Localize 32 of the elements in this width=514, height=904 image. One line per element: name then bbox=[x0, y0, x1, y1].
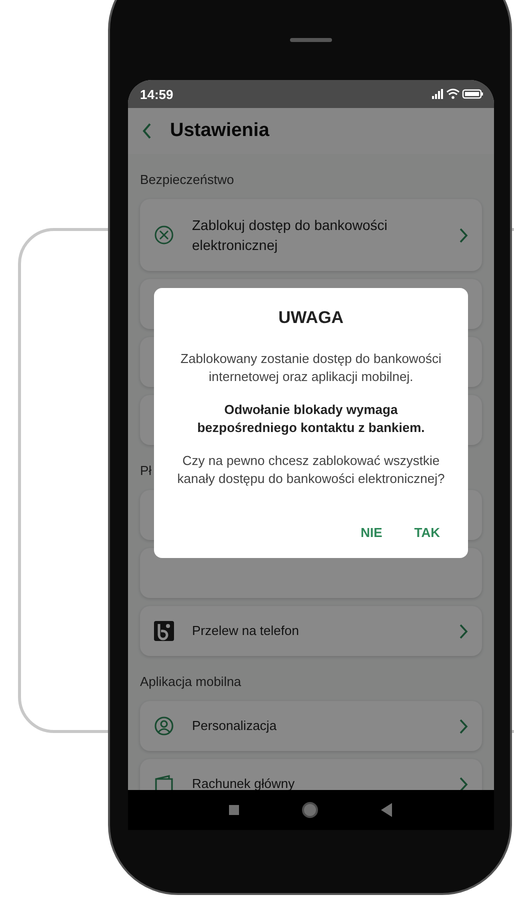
item-label: Rachunek główny bbox=[192, 774, 296, 790]
home-button[interactable] bbox=[302, 802, 318, 818]
chevron-right-icon bbox=[459, 624, 468, 638]
item-label: Personalizacja bbox=[192, 716, 278, 735]
screen-title: Ustawienia bbox=[170, 120, 270, 142]
dialog-button[interactable]: NIE bbox=[354, 521, 388, 544]
section-title: Bezpieczeństwo bbox=[140, 172, 235, 187]
item-label: Zablokuj dostęp do bankowości elektronicznej bbox=[192, 216, 388, 255]
settings-item[interactable]: Przelew na telefon bbox=[140, 606, 482, 656]
settings-item[interactable]: Zablokuj dostęp do bankowości elektronicznej bbox=[140, 199, 482, 271]
status-icons bbox=[430, 88, 484, 100]
settings-item[interactable]: Personalizacja bbox=[140, 701, 482, 751]
wallet-icon bbox=[154, 774, 174, 790]
chevron-right-icon bbox=[459, 776, 468, 790]
chevron-right-icon bbox=[459, 718, 468, 734]
back-icon[interactable] bbox=[142, 123, 152, 139]
dialog-button[interactable]: TAK bbox=[408, 521, 446, 544]
chevron-right-icon bbox=[459, 228, 468, 242]
dialog-message: Odwołanie blokady wymaga bezpośredniego kontaktu z bankiem. bbox=[196, 401, 426, 436]
dialog-message: Czy na pewno chcesz zablokować wszystkie kanały dostępu do bankowości elektronicznej? bbox=[176, 452, 446, 488]
dialog-title: UWAGA bbox=[277, 308, 345, 328]
square-logo-icon bbox=[154, 621, 174, 641]
status-time: 14:59 bbox=[140, 86, 174, 102]
item-label: Przelew na telefon bbox=[192, 622, 300, 640]
speaker-slot bbox=[290, 38, 332, 42]
back-button[interactable] bbox=[380, 803, 393, 817]
dialog-message: Zablokowany zostanie dostęp do bankowości internetowej oraz aplikacji mobilnej. bbox=[180, 350, 442, 386]
section-title: Aplikacja mobilna bbox=[140, 674, 242, 689]
settings-item[interactable]: Rachunek główny bbox=[140, 759, 482, 790]
user-circle-icon bbox=[154, 716, 174, 736]
cross-circle-icon bbox=[154, 225, 174, 245]
recents-button[interactable] bbox=[229, 805, 240, 815]
